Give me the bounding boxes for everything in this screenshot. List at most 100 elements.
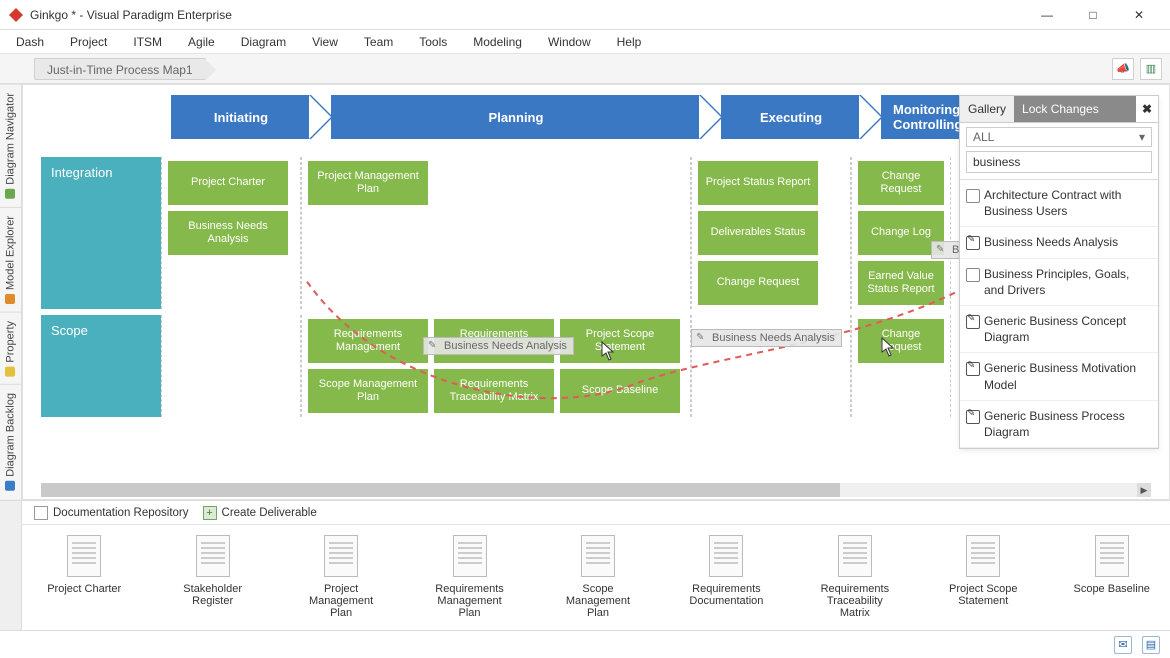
deliverable-label: Requirements Management Plan bbox=[425, 583, 513, 619]
scroll-thumb[interactable] bbox=[41, 483, 840, 497]
mail-icon[interactable]: ✉ bbox=[1114, 636, 1132, 654]
gallery-item[interactable]: Generic Business Process Diagram bbox=[960, 401, 1158, 448]
plus-icon: + bbox=[203, 506, 217, 520]
gallery-scope-label: ALL bbox=[973, 130, 994, 144]
gallery-tab-lock[interactable]: Lock Changes bbox=[1014, 96, 1136, 122]
deliverable-box[interactable]: Change Request bbox=[858, 161, 944, 205]
document-icon bbox=[581, 535, 615, 577]
side-tab-bar: Diagram Navigator Model Explorer Propert… bbox=[0, 84, 22, 500]
maximize-button[interactable]: □ bbox=[1070, 0, 1116, 30]
gallery-search-input[interactable] bbox=[966, 151, 1152, 173]
menu-diagram[interactable]: Diagram bbox=[241, 35, 286, 49]
doc-repo-tab[interactable]: Documentation Repository bbox=[34, 506, 189, 520]
menu-dash[interactable]: Dash bbox=[16, 35, 44, 49]
deliverable-box[interactable]: Project Scope Statement bbox=[560, 319, 680, 363]
note-icon[interactable]: ▤ bbox=[1142, 636, 1160, 654]
document-icon bbox=[1095, 535, 1129, 577]
deliverable-label: Project Charter bbox=[40, 583, 128, 595]
document-icon bbox=[709, 535, 743, 577]
deliverable-thumb[interactable]: Project Management Plan bbox=[297, 535, 385, 619]
create-deliverable-label: Create Deliverable bbox=[222, 507, 317, 519]
lane-label: Integration bbox=[41, 157, 161, 309]
gallery-item[interactable]: Architecture Contract with Business User… bbox=[960, 180, 1158, 227]
deliverable-box[interactable]: Requirements Management bbox=[308, 319, 428, 363]
deliverable-box[interactable]: Earned Value Status Report bbox=[858, 261, 944, 305]
menu-itsm[interactable]: ITSM bbox=[133, 35, 162, 49]
create-deliverable-button[interactable]: + Create Deliverable bbox=[203, 506, 317, 520]
deliverable-box[interactable]: Project Charter bbox=[168, 161, 288, 205]
document-icon bbox=[67, 535, 101, 577]
app-icon bbox=[8, 7, 24, 23]
lane-column: Project Charter Business Needs Analysis bbox=[161, 157, 301, 309]
phase-planning: Planning bbox=[331, 95, 701, 139]
lane-column: Project Status Report Deliverables Status… bbox=[691, 157, 851, 309]
menu-project[interactable]: Project bbox=[70, 35, 107, 49]
status-bar: ✉ ▤ bbox=[0, 630, 1170, 658]
document-icon bbox=[453, 535, 487, 577]
deliverable-label: Project Scope Statement bbox=[939, 583, 1027, 607]
side-tab-backlog[interactable]: Diagram Backlog bbox=[0, 384, 21, 499]
menu-team[interactable]: Team bbox=[364, 35, 393, 49]
canvas-hscroll[interactable]: ▶ bbox=[41, 483, 1151, 497]
deliverable-thumb[interactable]: Requirements Documentation bbox=[682, 535, 770, 619]
side-tab-navigator[interactable]: Diagram Navigator bbox=[0, 84, 21, 207]
menu-help[interactable]: Help bbox=[617, 35, 642, 49]
deliverable-thumb[interactable]: Requirements Traceability Matrix bbox=[811, 535, 899, 619]
deliverable-label: Requirements Documentation bbox=[682, 583, 770, 607]
deliverable-label: Requirements Traceability Matrix bbox=[811, 583, 899, 619]
lane-column: Change Request bbox=[851, 315, 951, 417]
document-icon bbox=[196, 535, 230, 577]
deliverable-thumb[interactable]: Project Scope Statement bbox=[939, 535, 1027, 619]
announce-icon[interactable]: 📣 bbox=[1112, 58, 1134, 80]
canvas[interactable]: InitiatingPlanningExecutingMonitoring & … bbox=[22, 84, 1170, 500]
minimize-button[interactable]: — bbox=[1024, 0, 1070, 30]
gallery-scope-select[interactable]: ALL ▾ bbox=[966, 127, 1152, 147]
deliverable-thumb[interactable]: Scope Baseline bbox=[1068, 535, 1156, 619]
deliverable-thumb[interactable]: Requirements Management Plan bbox=[425, 535, 513, 619]
deliverable-box[interactable]: Deliverables Status bbox=[698, 211, 818, 255]
menu-view[interactable]: View bbox=[312, 35, 338, 49]
chevron-down-icon: ▾ bbox=[1139, 130, 1145, 144]
scroll-right-icon[interactable]: ▶ bbox=[1137, 483, 1151, 497]
deliverable-thumb[interactable]: Scope Management Plan bbox=[554, 535, 642, 619]
lane-column: Change RequestChange LogEarned Value Sta… bbox=[851, 157, 951, 309]
deliverable-box[interactable]: Change Request bbox=[858, 319, 944, 363]
lane-column: Project Management Plan bbox=[301, 157, 691, 309]
deliverable-box[interactable]: Project Management Plan bbox=[308, 161, 428, 205]
deliverable-box[interactable]: Project Status Report bbox=[698, 161, 818, 205]
phase-initiating: Initiating bbox=[171, 95, 311, 139]
gallery-item[interactable]: Business Needs Analysis bbox=[960, 227, 1158, 258]
phase-executing: Executing bbox=[721, 95, 861, 139]
deliverable-thumb[interactable]: Project Charter bbox=[40, 535, 128, 619]
close-button[interactable]: ✕ bbox=[1116, 0, 1162, 30]
document-icon bbox=[838, 535, 872, 577]
deliverable-box[interactable]: Scope Management Plan bbox=[308, 369, 428, 413]
diagram-tab-strip: Just-in-Time Process Map1 📣 ▥ bbox=[0, 54, 1170, 84]
menu-tools[interactable]: Tools bbox=[419, 35, 447, 49]
deliverable-box[interactable]: Change Request bbox=[698, 261, 818, 305]
side-tab-property[interactable]: Property bbox=[0, 312, 21, 385]
lane-column: Requirements ManagementRequirements Docu… bbox=[301, 315, 691, 417]
deliverable-thumb[interactable]: Stakeholder Register bbox=[168, 535, 256, 619]
doc-repo-label: Documentation Repository bbox=[53, 507, 189, 519]
workspace: Diagram Navigator Model Explorer Propert… bbox=[0, 84, 1170, 500]
deliverable-box[interactable]: Requirements Traceability Matrix bbox=[434, 369, 554, 413]
gallery-close-icon[interactable]: ✖ bbox=[1136, 96, 1158, 122]
deliverable-box[interactable]: Scope Baseline bbox=[560, 369, 680, 413]
gallery-item[interactable]: Business Principles, Goals, and Drivers bbox=[960, 259, 1158, 306]
deliverable-box[interactable]: Business Needs Analysis bbox=[168, 211, 288, 255]
gallery-panel: Gallery Lock Changes ✖ ALL ▾ Architectur… bbox=[959, 95, 1159, 449]
side-tab-model-explorer[interactable]: Model Explorer bbox=[0, 207, 21, 312]
document-icon bbox=[966, 535, 1000, 577]
gallery-item[interactable]: Generic Business Concept Diagram bbox=[960, 306, 1158, 353]
gallery-item[interactable]: Generic Business Motivation Model bbox=[960, 353, 1158, 400]
menu-modeling[interactable]: Modeling bbox=[473, 35, 522, 49]
doc-icon bbox=[34, 506, 48, 520]
menu-window[interactable]: Window bbox=[548, 35, 591, 49]
menu-agile[interactable]: Agile bbox=[188, 35, 215, 49]
layout-icon[interactable]: ▥ bbox=[1140, 58, 1162, 80]
gallery-tab-gallery[interactable]: Gallery bbox=[960, 96, 1014, 122]
diagram-tab[interactable]: Just-in-Time Process Map1 bbox=[34, 58, 206, 80]
lane-column bbox=[161, 315, 301, 417]
deliverable-label: Scope Management Plan bbox=[554, 583, 642, 619]
